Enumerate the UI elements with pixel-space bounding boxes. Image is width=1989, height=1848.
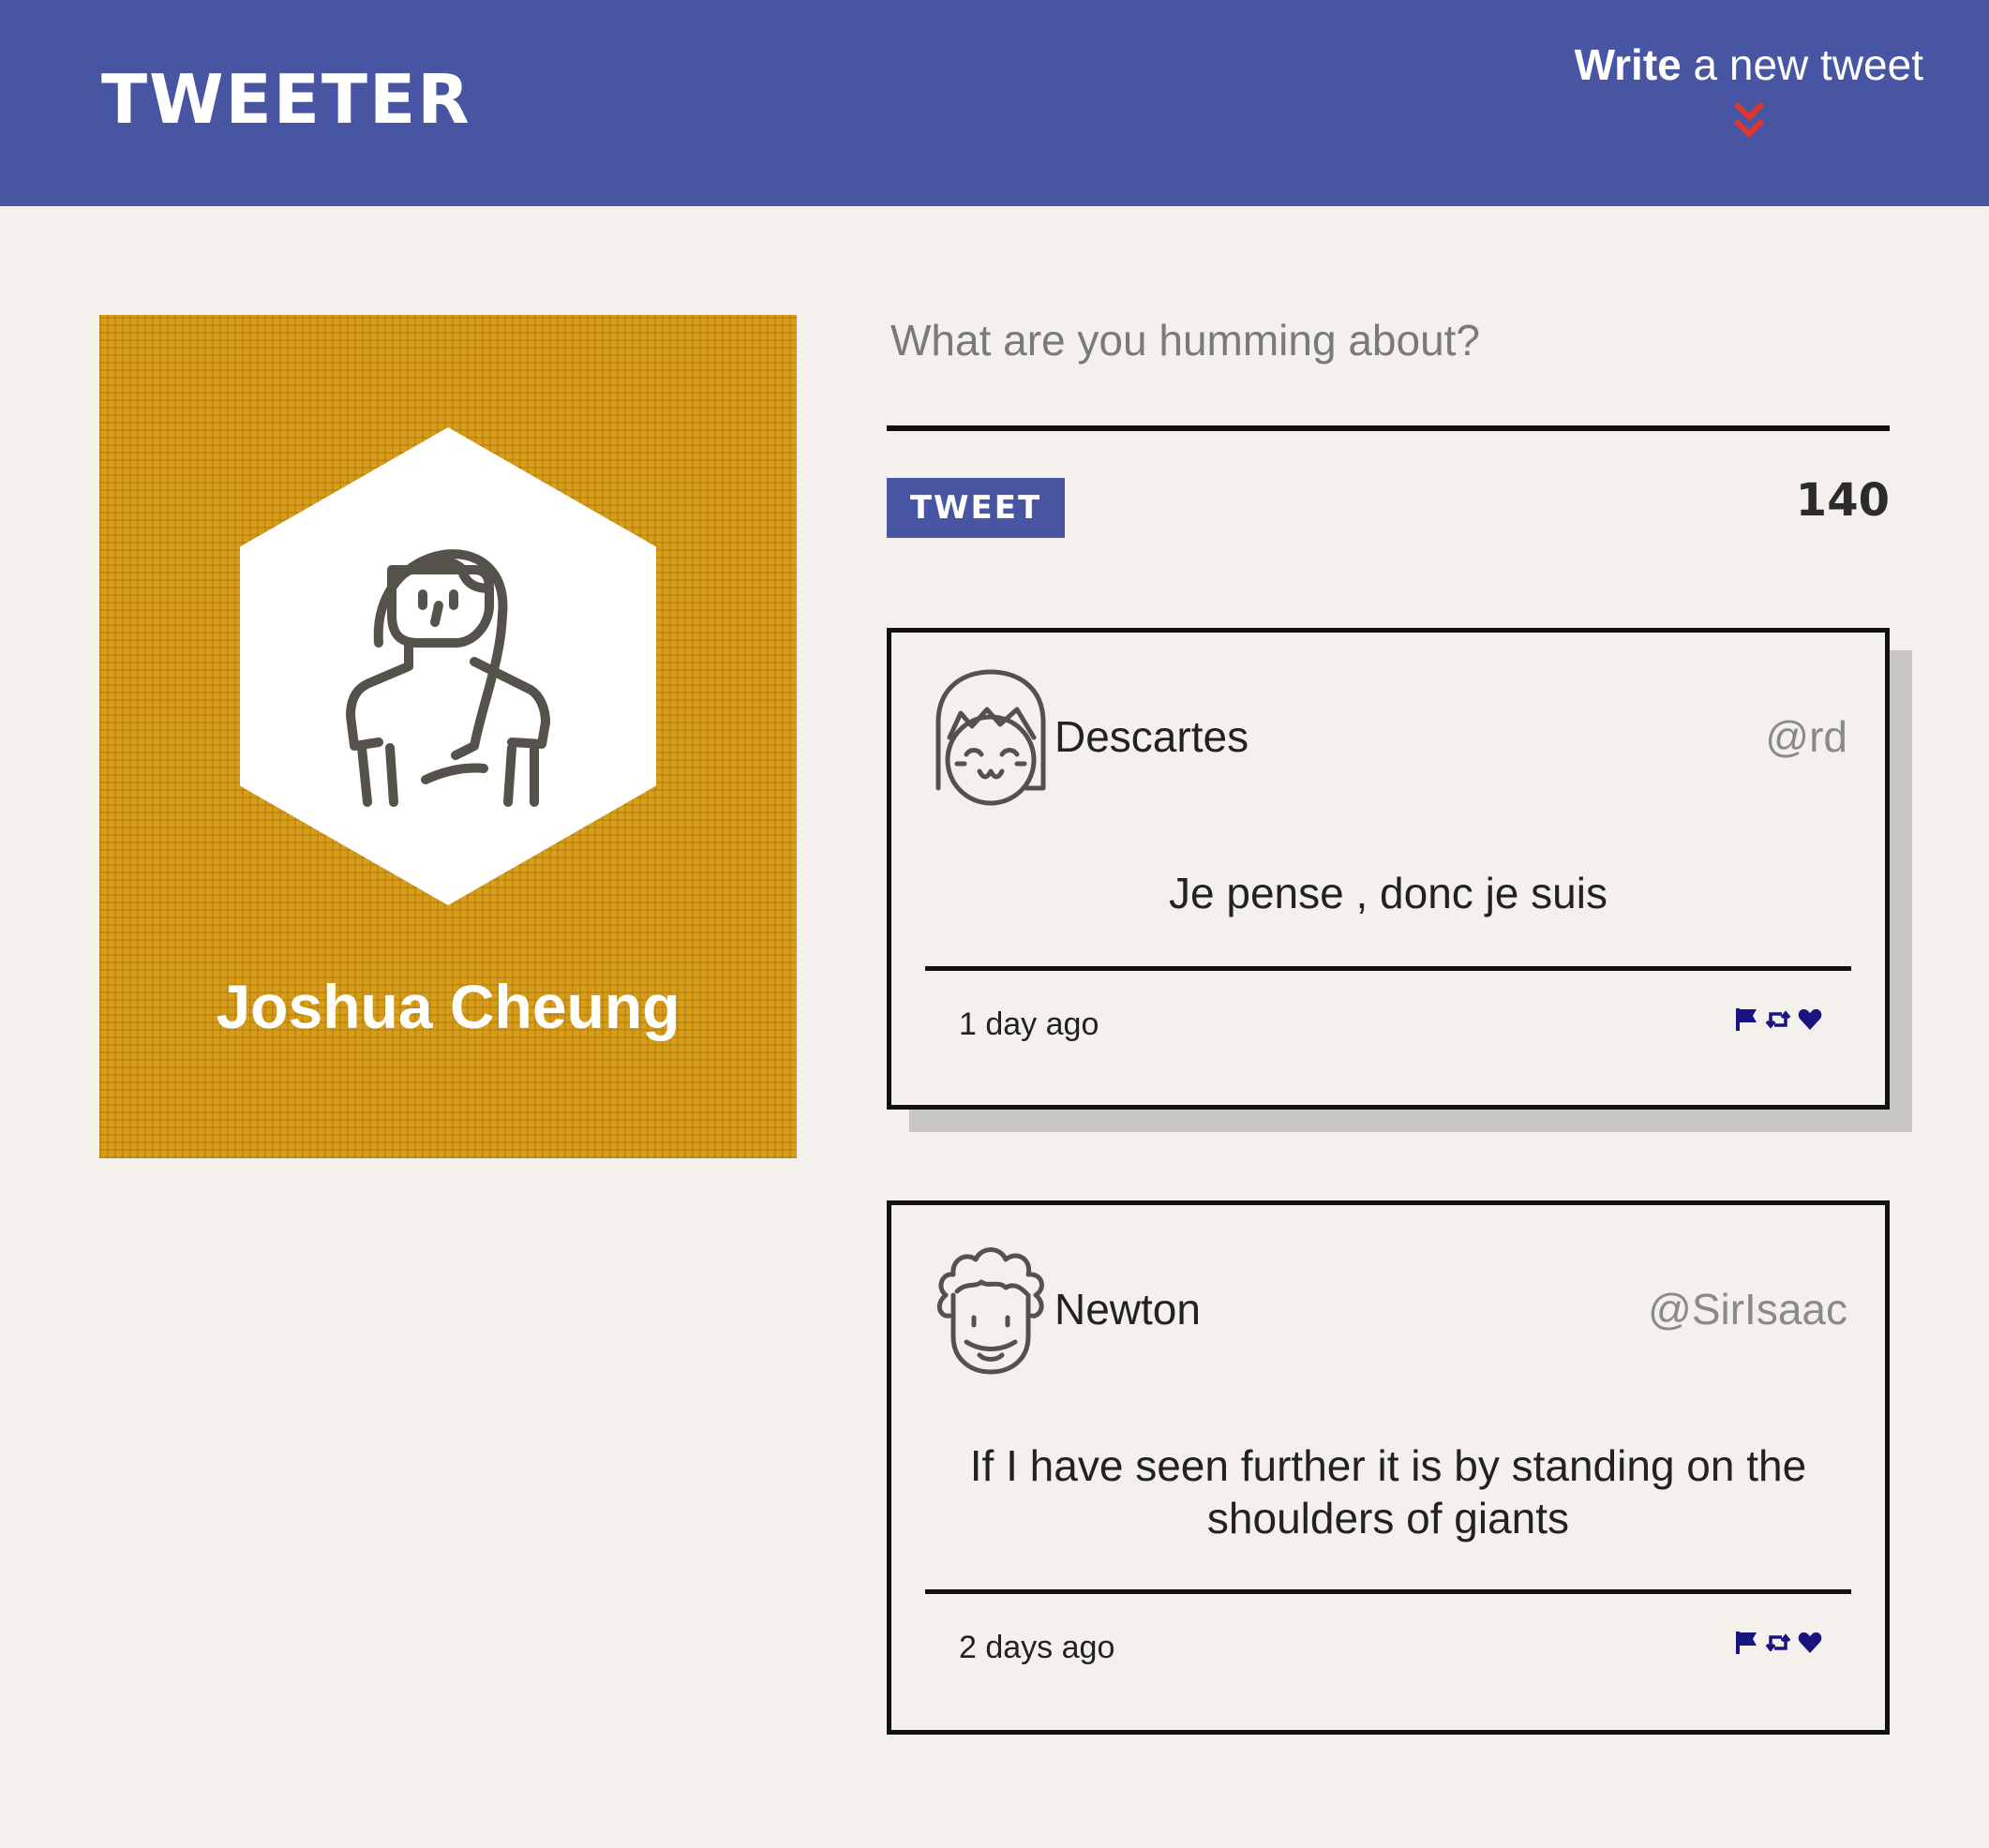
tweet-author: Newton	[1054, 1285, 1201, 1334]
tweet-author: Descartes	[1054, 712, 1249, 761]
tweet-composer: TWEET 140	[887, 309, 1890, 538]
tweet-actions	[1733, 1006, 1823, 1033]
flag-icon[interactable]	[1733, 1630, 1759, 1656]
compose-toggle-label-rest: a new tweet	[1681, 40, 1924, 89]
tweet-input[interactable]	[887, 309, 1890, 431]
retweet-icon[interactable]	[1765, 1006, 1791, 1033]
tweet-submit-button[interactable]: TWEET	[887, 478, 1065, 538]
profile-name: Joshua Cheung	[216, 972, 680, 1041]
heart-icon[interactable]	[1797, 1630, 1823, 1656]
tweet-card: Newton @SirIsaac If I have seen further …	[887, 1200, 1890, 1735]
retweet-icon[interactable]	[1765, 1630, 1791, 1656]
tweet-handle: @rd	[1765, 712, 1847, 761]
profile-hexagon	[240, 427, 656, 905]
girl-avatar-icon	[935, 669, 1046, 806]
char-counter: 140	[1795, 474, 1890, 527]
brand-logo: TWEETER	[101, 60, 471, 139]
woman-avatar-icon	[346, 549, 550, 807]
curly-hair-avatar-icon	[936, 1247, 1044, 1375]
double-chevron-down-icon	[1733, 101, 1764, 138]
top-nav: TWEETER Write a new tweet	[0, 0, 1989, 206]
flag-icon[interactable]	[1733, 1006, 1759, 1033]
profile-card: Joshua Cheung	[99, 315, 797, 1158]
compose-toggle-button[interactable]: Write a new tweet	[1575, 41, 1923, 142]
tweet-handle: @SirIsaac	[1648, 1285, 1847, 1334]
tweet-content: Je pense , donc je suis	[1169, 869, 1608, 917]
tweet-timestamp: 1 day ago	[959, 1006, 1099, 1042]
compose-toggle-label-bold: Write	[1574, 40, 1682, 89]
heart-icon[interactable]	[1797, 1006, 1823, 1033]
tweet-content: If I have seen further it is by standing…	[969, 1441, 1807, 1543]
tweet-card: Descartes @rd Je pense , donc je suis 1 …	[887, 628, 1890, 1110]
tweet-footer: 1 day ago	[925, 966, 1851, 1097]
tweet-timestamp: 2 days ago	[959, 1630, 1115, 1665]
tweet-footer: 2 days ago	[925, 1589, 1851, 1721]
tweet-header: Descartes @rd	[929, 666, 1847, 807]
compose-toggle-label: Write a new tweet	[1575, 41, 1923, 89]
tweet-actions	[1733, 1630, 1823, 1656]
tweet-header: Newton @SirIsaac	[929, 1239, 1847, 1379]
